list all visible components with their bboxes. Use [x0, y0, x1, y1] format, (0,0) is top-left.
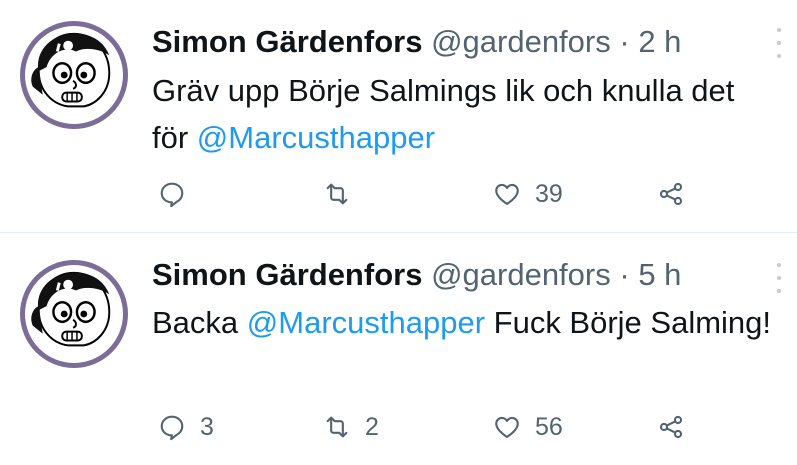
tweet-actions: 39 — [0, 174, 797, 214]
retweet-icon — [326, 183, 348, 205]
reply-button[interactable] — [158, 174, 200, 214]
author-handle[interactable]: @gardenfors — [431, 24, 611, 59]
separator-dot: · — [619, 257, 630, 292]
text-segment: Backa — [152, 305, 247, 340]
retweet-button[interactable] — [323, 174, 365, 214]
heart-icon — [495, 416, 519, 438]
reply-count: 3 — [200, 412, 214, 441]
like-count: 56 — [535, 412, 563, 441]
avatar[interactable] — [20, 260, 128, 368]
author-name[interactable]: Simon Gärdenfors — [152, 24, 422, 59]
avatar[interactable] — [20, 21, 128, 129]
text-segment: Fuck Börje Salming! — [485, 305, 772, 340]
author-handle[interactable]: @gardenfors — [431, 257, 611, 292]
cartoon-face-avatar-icon — [25, 26, 123, 124]
reply-icon — [160, 415, 184, 441]
more-vertical-icon[interactable] — [774, 263, 784, 293]
share-icon — [659, 182, 683, 206]
like-count: 39 — [535, 179, 563, 208]
tweet-text: Gräv upp Börje Salmings lik och knulla d… — [152, 67, 772, 161]
timestamp[interactable]: 2 h — [638, 24, 681, 59]
share-icon — [659, 415, 683, 439]
retweet-button[interactable]: 2 — [323, 407, 379, 447]
heart-icon — [495, 183, 519, 205]
tweet-feed: Simon Gärdenfors @gardenfors · 2 h Gräv … — [0, 0, 797, 465]
author-name[interactable]: Simon Gärdenfors — [152, 257, 422, 292]
tweet-header: Simon Gärdenfors @gardenfors · 2 h — [152, 24, 681, 60]
timestamp[interactable]: 5 h — [638, 257, 681, 292]
share-button[interactable] — [657, 407, 685, 447]
retweet-icon — [326, 416, 348, 438]
mention-link[interactable]: @Marcusthapper — [247, 305, 485, 340]
reply-icon — [160, 182, 184, 208]
reply-button[interactable]: 3 — [158, 407, 214, 447]
mention-link[interactable]: @Marcusthapper — [197, 120, 435, 155]
tweet-text: Backa @Marcusthapper Fuck Börje Salming! — [152, 299, 772, 346]
cartoon-face-avatar-icon — [25, 265, 123, 363]
retweet-count: 2 — [365, 412, 379, 441]
tweet[interactable]: Simon Gärdenfors @gardenfors · 5 h Backa… — [0, 233, 797, 465]
tweet-actions: 3 2 56 — [0, 407, 797, 447]
more-vertical-icon[interactable] — [774, 28, 784, 58]
like-button[interactable]: 56 — [493, 407, 563, 447]
separator-dot: · — [619, 24, 630, 59]
share-button[interactable] — [657, 174, 685, 214]
tweet-header: Simon Gärdenfors @gardenfors · 5 h — [152, 257, 681, 293]
like-button[interactable]: 39 — [493, 174, 563, 214]
tweet[interactable]: Simon Gärdenfors @gardenfors · 2 h Gräv … — [0, 0, 797, 232]
